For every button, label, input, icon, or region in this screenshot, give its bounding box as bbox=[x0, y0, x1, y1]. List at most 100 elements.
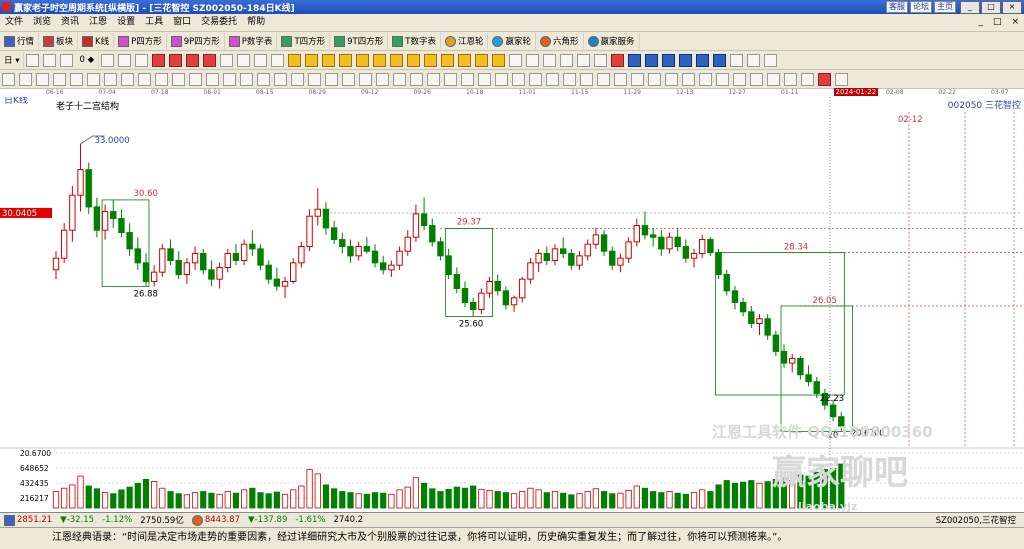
diamond-1-icon[interactable] bbox=[288, 53, 302, 67]
grid-icon[interactable] bbox=[747, 53, 761, 67]
candle-body[interactable] bbox=[363, 246, 371, 252]
tb-winner-service[interactable]: 赢家服务 bbox=[584, 33, 640, 49]
candle-body[interactable] bbox=[175, 260, 182, 276]
window-4-icon[interactable] bbox=[679, 53, 693, 67]
tb-9p-square[interactable]: 9P四方形 bbox=[167, 33, 225, 49]
candle-body[interactable] bbox=[167, 248, 174, 262]
tool-22-icon[interactable] bbox=[359, 72, 372, 86]
tool-7-icon[interactable] bbox=[104, 72, 117, 86]
tool-4-icon[interactable] bbox=[53, 72, 66, 86]
candle-body[interactable] bbox=[298, 246, 305, 264]
mdi-close-button[interactable]: × bbox=[1006, 14, 1024, 31]
tool-34-icon[interactable] bbox=[563, 72, 576, 86]
candle-body[interactable] bbox=[445, 255, 452, 276]
compass-icon[interactable] bbox=[220, 53, 234, 67]
tb-t-number-table[interactable]: T数字表 bbox=[388, 33, 441, 49]
window-2-icon[interactable] bbox=[645, 53, 659, 67]
candle-body[interactable] bbox=[339, 239, 346, 248]
tool-16-icon[interactable] bbox=[257, 72, 270, 86]
tool-6-icon[interactable] bbox=[87, 72, 100, 86]
candle-body[interactable] bbox=[584, 243, 591, 257]
candle-body[interactable] bbox=[748, 311, 755, 324]
tool-25-icon[interactable] bbox=[410, 72, 423, 86]
tool-28-icon[interactable] bbox=[461, 72, 474, 86]
diamond-10-icon[interactable] bbox=[441, 53, 455, 67]
candle-body[interactable] bbox=[519, 278, 526, 299]
candle-body[interactable] bbox=[224, 253, 231, 269]
color-icon[interactable] bbox=[818, 72, 831, 86]
tool-8-icon[interactable] bbox=[121, 72, 134, 86]
candle-body[interactable] bbox=[527, 262, 534, 280]
candle-body[interactable] bbox=[535, 253, 542, 264]
magnet-icon[interactable] bbox=[577, 53, 591, 67]
zoom-stepper[interactable]: 0 ◆ bbox=[75, 52, 100, 68]
star-icon[interactable] bbox=[237, 53, 251, 67]
candle-body[interactable] bbox=[715, 252, 722, 276]
diamond-2-icon[interactable] bbox=[305, 53, 319, 67]
candle-body[interactable] bbox=[690, 253, 698, 259]
candle-body[interactable] bbox=[371, 250, 379, 264]
tool-5-icon[interactable] bbox=[70, 72, 83, 86]
tb-gann-wheel[interactable]: 江恩轮 bbox=[441, 33, 489, 49]
tool-11-icon[interactable] bbox=[172, 72, 185, 86]
table-icon[interactable] bbox=[730, 53, 744, 67]
tb-kline[interactable]: K线 bbox=[78, 33, 115, 49]
tool-41-icon[interactable] bbox=[682, 72, 695, 86]
candle-body[interactable] bbox=[829, 404, 837, 418]
menu-file[interactable]: 文件 bbox=[0, 14, 28, 31]
next-icon[interactable] bbox=[186, 53, 200, 67]
candle-body[interactable] bbox=[101, 211, 109, 231]
tool-47-icon[interactable] bbox=[784, 72, 797, 86]
candle-body[interactable] bbox=[461, 287, 469, 303]
candle-body[interactable] bbox=[159, 248, 166, 273]
tool-31-icon[interactable] bbox=[512, 72, 525, 86]
candle-body[interactable] bbox=[347, 246, 354, 257]
candle-body[interactable] bbox=[551, 248, 559, 262]
candle-body[interactable] bbox=[437, 241, 444, 257]
mdi-minimize-button[interactable]: _ bbox=[973, 14, 988, 31]
candle-body[interactable] bbox=[232, 253, 240, 262]
candle-body[interactable] bbox=[412, 213, 420, 238]
candle-body[interactable] bbox=[306, 215, 313, 248]
diamond-13-icon[interactable] bbox=[492, 53, 506, 67]
candle-body[interactable] bbox=[453, 274, 461, 289]
candle-body[interactable] bbox=[93, 206, 101, 231]
candle-body[interactable] bbox=[658, 236, 665, 250]
candle-body[interactable] bbox=[142, 262, 150, 282]
tool-35-icon[interactable] bbox=[580, 72, 593, 86]
tool-13-icon[interactable] bbox=[206, 72, 219, 86]
candle-body[interactable] bbox=[330, 227, 338, 241]
line-icon[interactable] bbox=[118, 53, 132, 67]
candle-body[interactable] bbox=[420, 213, 428, 227]
tool-33-icon[interactable] bbox=[546, 72, 559, 86]
tool-3-icon[interactable] bbox=[36, 72, 49, 86]
glasses-icon[interactable] bbox=[835, 72, 848, 86]
print-icon[interactable] bbox=[43, 53, 57, 67]
diamond-12-icon[interactable] bbox=[475, 53, 489, 67]
candle-body[interactable] bbox=[649, 234, 657, 238]
diamond-3-icon[interactable] bbox=[322, 53, 336, 67]
candle-body[interactable] bbox=[756, 318, 763, 324]
menu-tools[interactable]: 工具 bbox=[140, 14, 168, 31]
candle-body[interactable] bbox=[723, 274, 730, 292]
tb-p-square[interactable]: P四方形 bbox=[114, 33, 167, 49]
candle-body[interactable] bbox=[355, 246, 362, 257]
candle-body[interactable] bbox=[486, 280, 493, 294]
candle-body[interactable] bbox=[502, 290, 510, 306]
tool-38-icon[interactable] bbox=[631, 72, 644, 86]
candle-body[interactable] bbox=[314, 208, 321, 217]
diamond-4-icon[interactable] bbox=[339, 53, 353, 67]
candle-body[interactable] bbox=[633, 225, 640, 243]
candle-body[interactable] bbox=[559, 248, 567, 255]
prev-icon[interactable] bbox=[169, 53, 183, 67]
candle-body[interactable] bbox=[388, 264, 395, 271]
diamond-5-icon[interactable] bbox=[356, 53, 370, 67]
maximize-button[interactable]: □ bbox=[981, 1, 1001, 14]
candle-body[interactable] bbox=[731, 290, 739, 303]
tool-36-icon[interactable] bbox=[597, 72, 610, 86]
target-icon[interactable] bbox=[254, 53, 268, 67]
candle-body[interactable] bbox=[772, 334, 780, 352]
crosshair-icon[interactable] bbox=[526, 53, 540, 67]
diamond-8-icon[interactable] bbox=[407, 53, 421, 67]
candle-body[interactable] bbox=[60, 229, 68, 259]
